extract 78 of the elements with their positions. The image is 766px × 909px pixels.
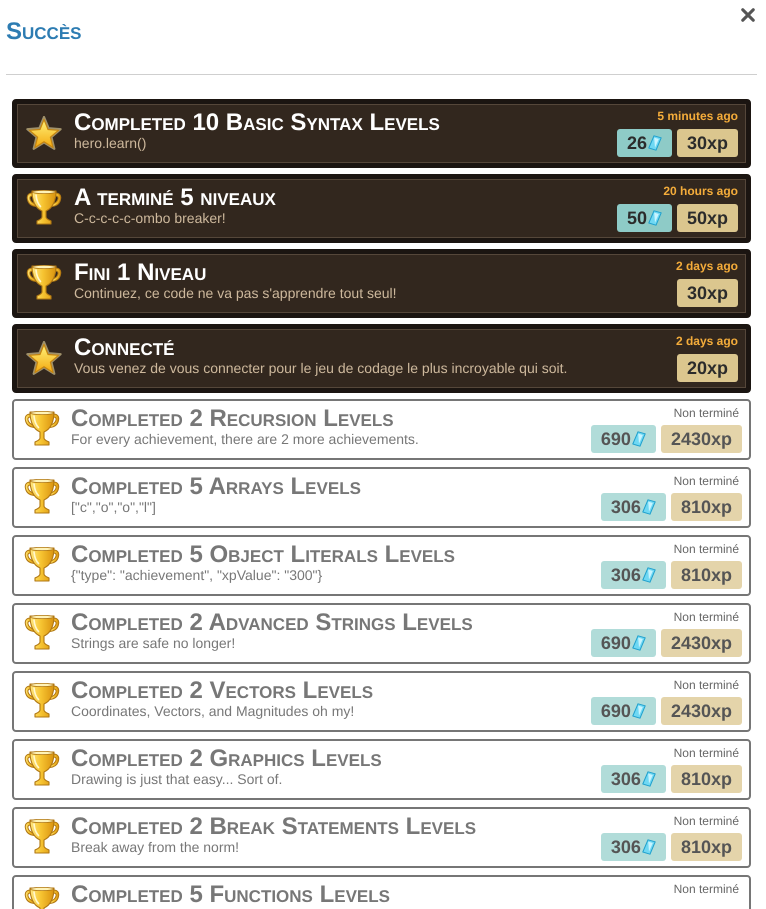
completion-time: 20 hours ago bbox=[663, 184, 738, 198]
gem-count: 50 bbox=[626, 207, 647, 230]
achievement-description: C-c-c-c-c-ombo breaker! bbox=[74, 210, 227, 226]
xp-reward: 810xp bbox=[670, 493, 742, 521]
trophy-icon bbox=[26, 189, 62, 226]
gem-icon bbox=[632, 703, 646, 719]
trophy-icon bbox=[24, 478, 60, 515]
trophy-icon bbox=[24, 818, 60, 855]
trophy-icon bbox=[24, 614, 60, 651]
achievement-title: Completed 5 Object Literals Levels bbox=[71, 542, 456, 567]
gem-count: 306 bbox=[610, 836, 641, 859]
achievement-description: Drawing is just that easy... Sort of. bbox=[71, 771, 284, 787]
trophy-icon bbox=[24, 410, 60, 447]
xp-reward: 20xp bbox=[676, 354, 738, 382]
gem-icon bbox=[632, 431, 646, 447]
achievement-description: For every achievement, there are 2 more achievements. bbox=[71, 431, 420, 447]
gem-icon bbox=[648, 210, 662, 226]
status-text: Non terminé bbox=[674, 474, 739, 488]
gem-icon bbox=[642, 771, 656, 787]
achievement-title: A terminé 5 niveaux bbox=[74, 185, 277, 210]
completion-time: 2 days ago bbox=[676, 334, 738, 348]
xp-reward: 2430xp bbox=[660, 697, 742, 725]
gem-count: 690 bbox=[600, 700, 631, 723]
star-icon bbox=[26, 116, 62, 150]
dialog-title: Succès bbox=[6, 17, 82, 47]
achievement-title: Completed 2 Recursion Levels bbox=[71, 406, 395, 431]
achievement-description: Coordinates, Vectors, and Magnitudes oh my! bbox=[71, 703, 356, 719]
xp-reward: 810xp bbox=[670, 765, 742, 793]
gem-icon bbox=[642, 567, 656, 583]
achievement-description: {"type": "achievement", "xpValue": "300"} bbox=[71, 567, 324, 583]
xp-reward: 2430xp bbox=[660, 425, 742, 453]
achievement-title: Completed 5 Arrays Levels bbox=[71, 474, 362, 499]
achievement-title: Completed 2 Break Statements Levels bbox=[71, 814, 478, 839]
xp-reward: 50xp bbox=[676, 204, 738, 232]
status-text: Non terminé bbox=[674, 678, 739, 692]
xp-reward: 810xp bbox=[670, 833, 742, 861]
achievement-description: Continuez, ce code ne va pas s'apprendre tout seul! bbox=[74, 285, 398, 301]
gem-icon bbox=[632, 635, 646, 651]
gem-icon bbox=[642, 839, 656, 855]
gem-count: 26 bbox=[626, 132, 647, 155]
status-text: Non terminé bbox=[674, 746, 739, 760]
xp-reward: 2430xp bbox=[660, 629, 742, 657]
status-text: Non terminé bbox=[674, 882, 739, 896]
gem-count: 690 bbox=[600, 428, 631, 451]
status-text: Non terminé bbox=[674, 542, 739, 556]
gem-count: 306 bbox=[610, 496, 641, 519]
achievement-description: Break away from the norm! bbox=[71, 839, 240, 855]
trophy-icon bbox=[24, 750, 60, 787]
gem-count: 306 bbox=[610, 564, 641, 587]
star-icon bbox=[26, 341, 62, 375]
xp-reward: 810xp bbox=[670, 561, 742, 589]
gem-count: 690 bbox=[600, 632, 631, 655]
achievement-title: Completed 5 Functions Levels bbox=[71, 882, 391, 907]
achievement-description: ["c","o","o","l"] bbox=[71, 499, 157, 515]
achievement-title: Completed 10 Basic Syntax Levels bbox=[74, 110, 441, 135]
gem-count: 306 bbox=[610, 768, 641, 791]
achievement-description: hero.learn() bbox=[74, 135, 148, 151]
trophy-icon bbox=[24, 546, 60, 583]
gem-icon bbox=[648, 135, 662, 151]
achievement-title: Completed 2 Vectors Levels bbox=[71, 678, 374, 703]
trophy-icon bbox=[26, 264, 62, 301]
achievement-title: Connecté bbox=[74, 335, 176, 360]
achievement-title: Fini 1 Niveau bbox=[74, 260, 208, 285]
status-text: Non terminé bbox=[674, 610, 739, 624]
xp-reward: 30xp bbox=[676, 129, 738, 157]
close-button[interactable] bbox=[741, 8, 755, 22]
xp-reward: 30xp bbox=[676, 279, 738, 307]
trophy-icon bbox=[24, 682, 60, 719]
gem-icon bbox=[642, 499, 656, 515]
completion-time: 5 minutes ago bbox=[657, 109, 738, 123]
achievement-description: Strings are safe no longer! bbox=[71, 635, 236, 651]
status-text: Non terminé bbox=[674, 406, 739, 420]
achievement-title: Completed 2 Graphics Levels bbox=[71, 746, 383, 771]
achievement-title: Completed 2 Advanced Strings Levels bbox=[71, 610, 474, 635]
close-icon bbox=[741, 8, 755, 22]
completion-time: 2 days ago bbox=[676, 259, 738, 273]
achievement-description: Vous venez de vous connecter pour le jeu de codage le plus incroyable qui soit. bbox=[74, 360, 568, 376]
status-text: Non terminé bbox=[674, 814, 739, 828]
